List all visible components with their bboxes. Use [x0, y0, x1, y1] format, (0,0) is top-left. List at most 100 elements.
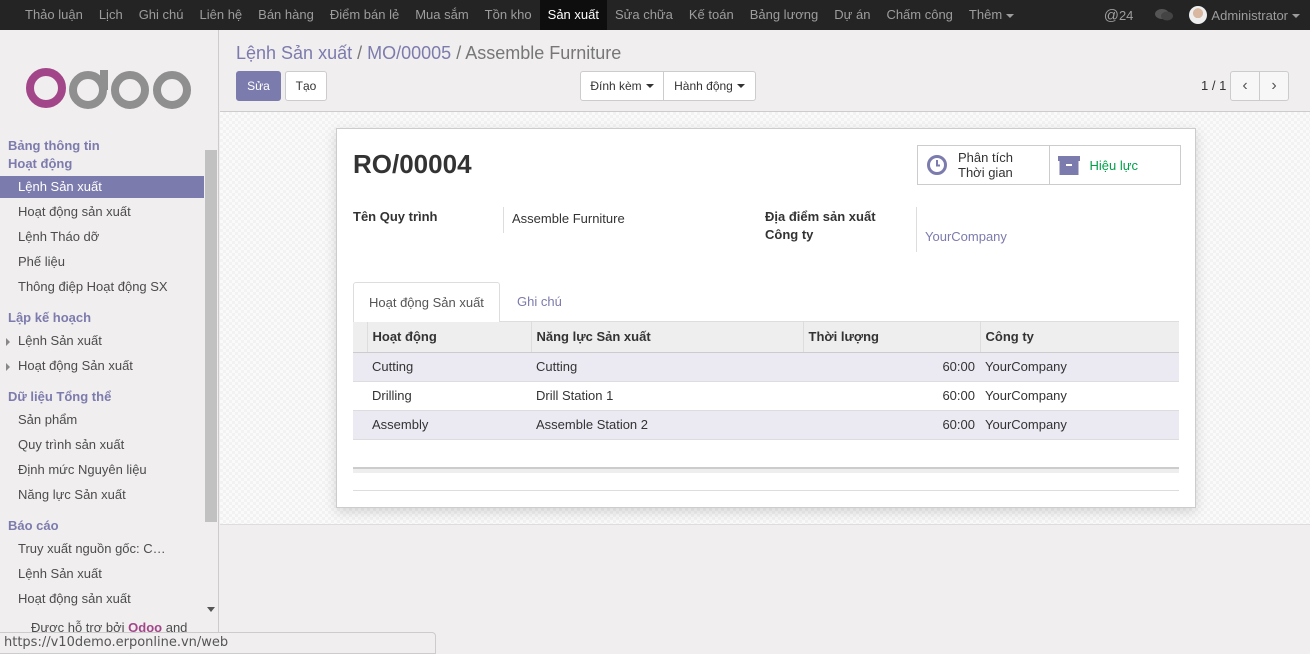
column-header[interactable]: Thời lượng: [802, 322, 980, 353]
label: Điểm bán lẻ: [329, 7, 400, 22]
sidebar-item-traceability[interactable]: Truy xuất nguồn gốc: C…: [0, 538, 204, 560]
expand-icon[interactable]: [6, 338, 10, 346]
create-button[interactable]: Tạo: [285, 71, 327, 101]
notebook-tabs: Hoạt động Sản xuất Ghi chú: [353, 282, 1179, 323]
divider: [503, 207, 504, 233]
sidebar-item-work-orders[interactable]: Hoạt động sản xuất: [0, 201, 204, 223]
label: Chấm công: [886, 7, 953, 22]
topnav-menu-item[interactable]: Lịch: [91, 0, 131, 30]
topnav-menu-item[interactable]: Thêm: [961, 0, 1022, 30]
topnav-menu-item[interactable]: Bảng lương: [742, 0, 827, 30]
table-row[interactable]: Drilling Drill Station 1 60:00 YourCompany: [353, 381, 1179, 411]
sidebar-item-planning-wo[interactable]: Hoạt động Sản xuất: [0, 355, 204, 377]
label: Thảo luận: [25, 7, 83, 22]
table-cell: 60:00: [803, 410, 980, 440]
table-cell: Drilling: [367, 381, 531, 411]
topnav-menu-item[interactable]: Sản xuất: [539, 0, 607, 30]
scroll-down-icon[interactable]: [207, 607, 215, 612]
chat-icon[interactable]: [1155, 8, 1174, 22]
table-header: Hoạt động Năng lực Sản xuất Thời lượng C…: [353, 322, 1179, 353]
edit-button[interactable]: Sửa: [236, 71, 281, 101]
operations-table: Hoạt động Năng lực Sản xuất Thời lượng C…: [353, 322, 1179, 440]
header-spacer: [353, 322, 367, 353]
sidebar-item-report-wo[interactable]: Hoạt động sản xuất: [0, 588, 204, 610]
label: Hành động: [674, 79, 733, 93]
topnav-menu-item[interactable]: Điểm bán lẻ: [322, 0, 407, 30]
smart-buttons: Phân tích Thời gian Hiệu lực: [917, 145, 1181, 185]
topnav-menu-item[interactable]: Tồn kho: [477, 0, 540, 30]
routing-label: Tên Quy trình: [353, 209, 438, 224]
topnav-menu-item[interactable]: Ghi chú: [131, 0, 192, 30]
label: Kế toán: [688, 7, 734, 22]
label: Thêm: [968, 7, 1003, 22]
company-field[interactable]: YourCompany: [925, 229, 1007, 244]
table-cell: YourCompany: [980, 410, 1179, 440]
sidebar: Bảng thông tin Hoạt động Lệnh Sản xuất H…: [0, 30, 219, 654]
avatar[interactable]: [1189, 6, 1208, 24]
topnav-menu-item[interactable]: Bán hàng: [250, 0, 322, 30]
sidebar-item-messages[interactable]: Thông điệp Hoạt động SX: [0, 276, 204, 298]
label: Dự án: [834, 7, 871, 22]
sidebar-item-report-mo[interactable]: Lệnh Sản xuất: [0, 563, 204, 585]
divider: [916, 207, 917, 252]
table-cell: Cutting: [531, 352, 803, 382]
label: Lịch: [98, 7, 123, 22]
row-spacer: [353, 410, 367, 440]
caret-down-icon: [645, 84, 654, 88]
routing-field[interactable]: Assemble Furniture: [512, 211, 625, 226]
column-header[interactable]: Hoạt động: [366, 322, 531, 353]
clock-icon: [927, 155, 947, 175]
odoo-logo[interactable]: [26, 66, 194, 110]
breadcrumb-mo-list[interactable]: Lệnh Sản xuất: [236, 43, 352, 63]
table-cell: 60:00: [803, 381, 980, 411]
topnav-menu-item[interactable]: Dự án: [826, 0, 878, 30]
sidebar-item-unbuild-orders[interactable]: Lệnh Tháo dỡ: [0, 226, 204, 248]
pager-value: 1 / 1: [1201, 78, 1227, 93]
sidebar-item-manufacturing-orders[interactable]: Lệnh Sản xuất: [0, 176, 204, 198]
topnav-menu-item[interactable]: Kế toán: [681, 0, 742, 30]
table-row[interactable]: Assembly Assemble Station 2 60:00 YourCompa…: [353, 410, 1179, 440]
sidebar-item-workcenters[interactable]: Năng lực Sản xuất: [0, 484, 204, 506]
column-header[interactable]: Năng lực Sản xuất: [530, 322, 803, 353]
topnav-menu-item[interactable]: Liên hệ: [192, 0, 251, 30]
sidebar-item-planning-mo[interactable]: Lệnh Sản xuất: [0, 330, 204, 352]
table-cell: Assemble Station 2: [531, 410, 803, 440]
topnav-menu-item[interactable]: Sửa chữa: [607, 0, 681, 30]
top-navbar: Thảo luận Lịch Ghi chú Liên hệ Bán hàng Điểm …: [0, 0, 1310, 30]
label: Tồn kho: [484, 7, 532, 22]
attachment-dropdown[interactable]: Đính kèm: [580, 71, 664, 101]
systray: @24 Administrator: [1104, 0, 1300, 30]
table-cell: YourCompany: [980, 381, 1179, 411]
sidebar-section-operations: Hoạt động: [8, 156, 73, 171]
topnav-menu-item[interactable]: Thảo luận: [17, 0, 91, 30]
label: Lệnh Sản xuất: [18, 333, 102, 348]
sidebar-item-routings[interactable]: Quy trình sản xuất: [0, 434, 204, 456]
topnav-menu-item[interactable]: Chấm công: [878, 0, 960, 30]
tab-operations[interactable]: Hoạt động Sản xuất: [353, 282, 500, 323]
active-toggle-button[interactable]: Hiệu lực: [1048, 146, 1181, 184]
label: Ghi chú: [138, 7, 184, 22]
action-dropdown[interactable]: Hành động: [663, 71, 756, 101]
sidebar-scrollbar[interactable]: [205, 150, 217, 522]
table-footer: [353, 467, 1179, 473]
mentions-button[interactable]: @24: [1104, 7, 1134, 24]
user-menu[interactable]: Administrator: [1211, 8, 1300, 23]
breadcrumb-mo[interactable]: MO/00005: [367, 43, 451, 63]
breadcrumb: Lệnh Sản xuất / MO/00005 / Assemble Furn…: [236, 43, 622, 63]
sidebar-item-bom[interactable]: Định mức Nguyên liệu: [0, 459, 204, 481]
table-cell: Assembly: [367, 410, 531, 440]
location-label: Địa điểm sản xuất: [765, 209, 876, 224]
table-cell: Drill Station 1: [531, 381, 803, 411]
topnav-menu-item[interactable]: Mua sắm: [407, 0, 476, 30]
expand-icon[interactable]: [6, 363, 10, 371]
table-row[interactable]: Cutting Cutting 60:00 YourCompany: [353, 352, 1179, 382]
sidebar-item-products[interactable]: Sản phẩm: [0, 409, 204, 431]
pager-next-icon[interactable]: ›: [1259, 71, 1289, 101]
sidebar-item-scrap[interactable]: Phế liệu: [0, 251, 204, 273]
tab-notes[interactable]: Ghi chú: [502, 282, 577, 323]
column-header[interactable]: Công ty: [979, 322, 1179, 353]
label: Mua sắm: [415, 7, 469, 22]
pager-previous-icon[interactable]: ‹: [1230, 71, 1260, 101]
sidebar-section-dashboard[interactable]: Bảng thông tin: [8, 138, 100, 153]
time-analysis-button[interactable]: Phân tích Thời gian: [918, 146, 1049, 184]
